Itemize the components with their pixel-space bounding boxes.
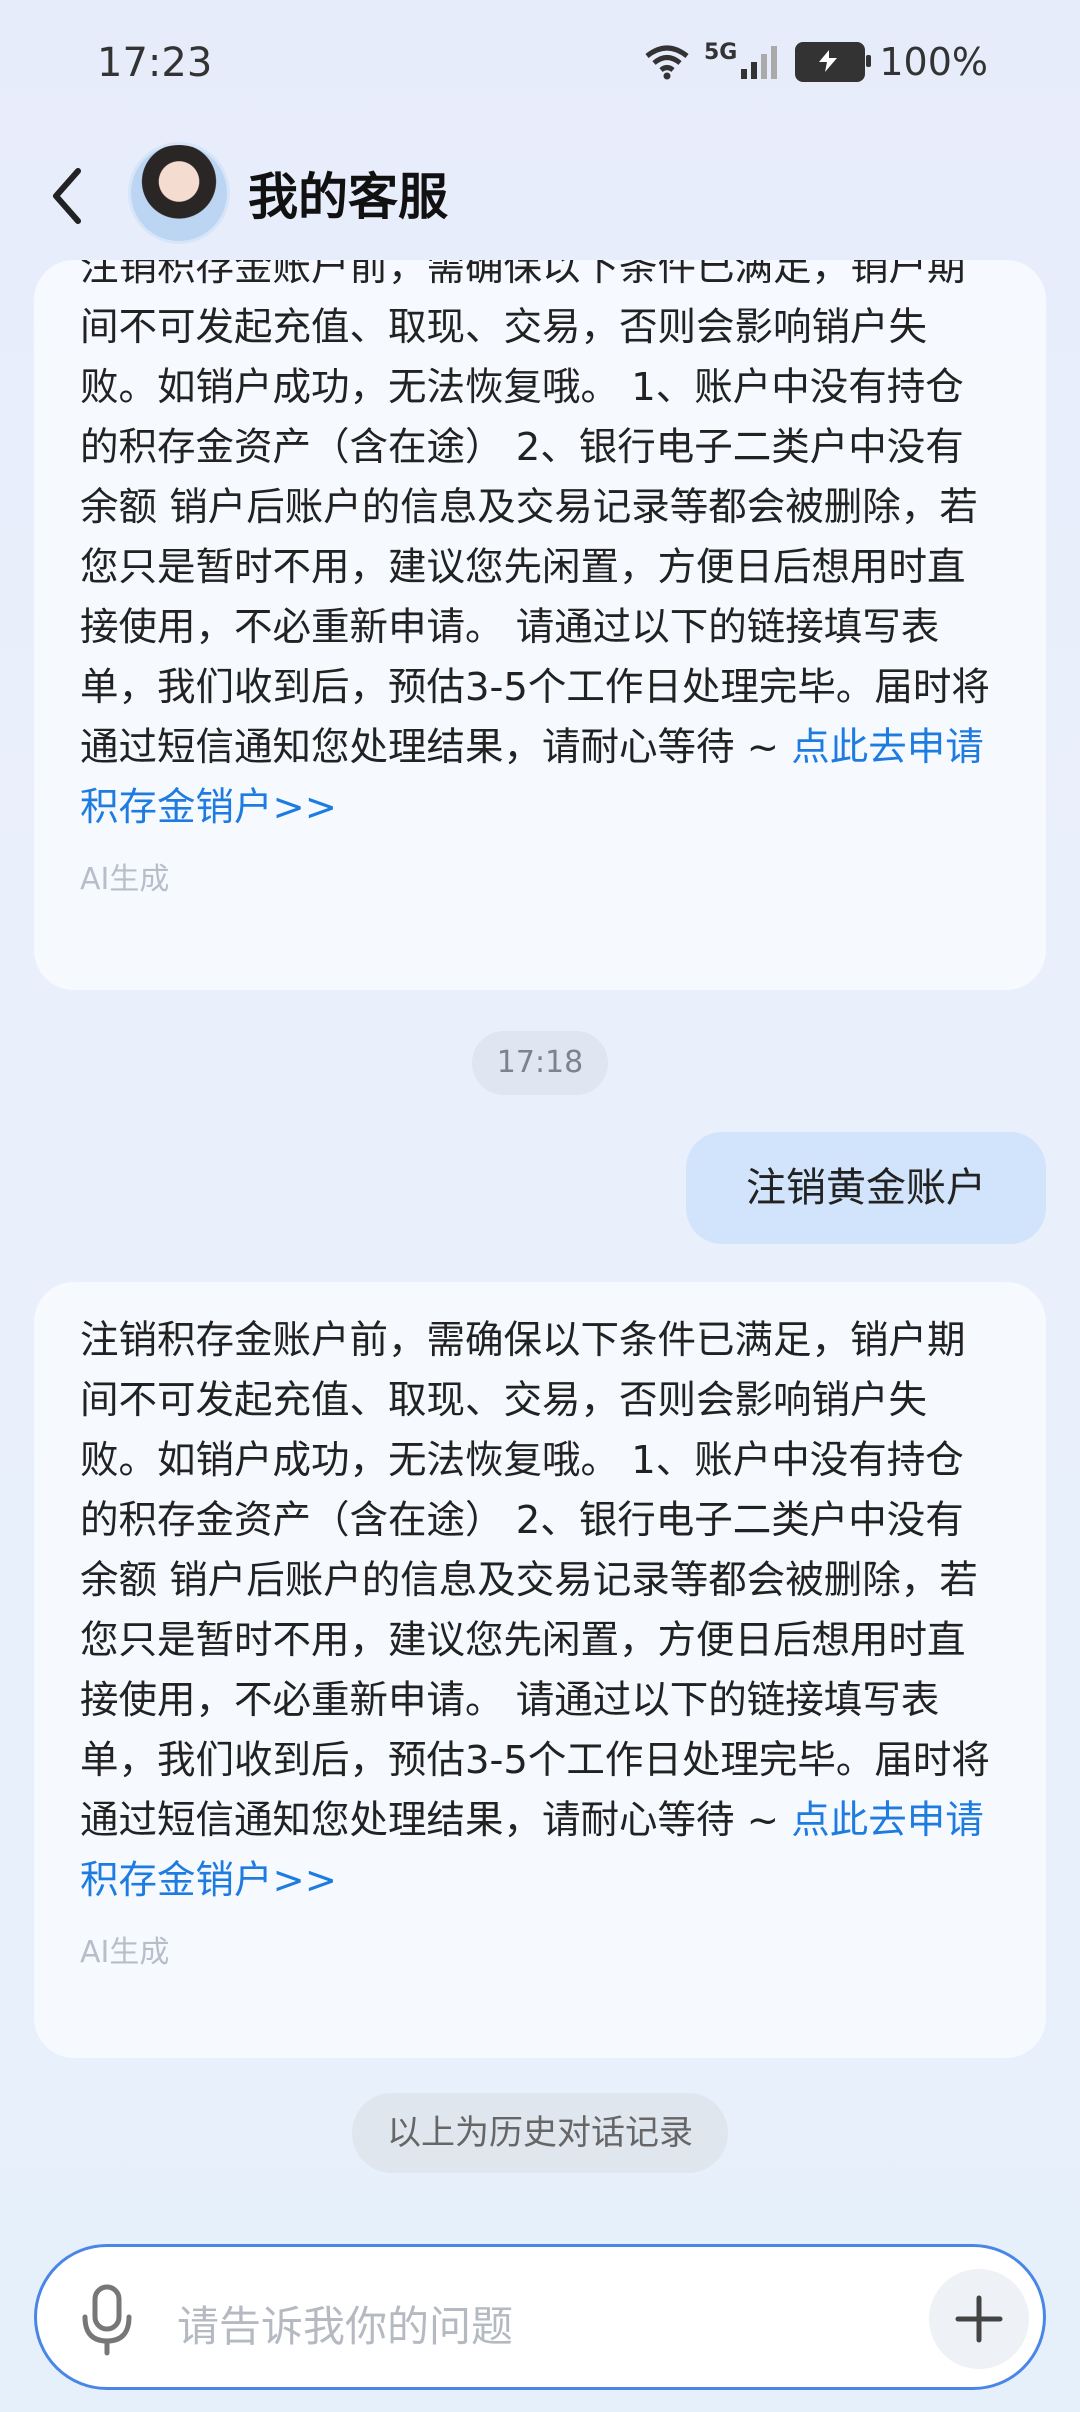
bot-message: 注销积存金账户前，需确保以下条件已满足，销户期间不可发起充值、取现、交易，否则会…	[34, 260, 1046, 990]
wifi-icon	[645, 45, 689, 80]
message-text: 注销积存金账户前，需确保以下条件已满足，销户期间不可发起充值、取现、交易，否则会…	[80, 1318, 990, 1903]
message-text: 注销积存金账户前，需确保以下条件已满足，销户期间不可发起充值、取现、交易，否则会…	[80, 260, 990, 830]
status-time: 17:23	[97, 40, 213, 86]
back-arrow-icon[interactable]	[48, 161, 88, 231]
message-input-bar[interactable]: 请告诉我你的问题	[34, 2244, 1046, 2390]
signal-icon	[741, 46, 778, 79]
user-message: 注销黄金账户	[686, 1132, 1046, 1244]
status-icons: 5G 100%	[644, 40, 988, 84]
question-input[interactable]: 请告诉我你的问题	[177, 2293, 513, 2354]
bot-message: 注销积存金账户前，需确保以下条件已满足，销户期间不可发起充值、取现、交易，否则会…	[34, 1282, 1046, 2058]
ai-generated-tag: AI生成	[80, 1935, 170, 1970]
plus-icon	[955, 2295, 1003, 2343]
network-type: 5G	[703, 40, 738, 65]
ai-generated-tag: AI生成	[80, 862, 170, 897]
microphone-icon[interactable]	[77, 2283, 137, 2357]
battery-level: 100%	[879, 40, 988, 84]
timestamp: 17:18	[472, 1031, 608, 1095]
battery-icon	[795, 42, 872, 82]
status-bar: 17:23 5G 100%	[0, 0, 1080, 135]
history-notice: 以上为历史对话记录	[352, 2093, 728, 2173]
chat-header: 我的客服	[0, 135, 1080, 260]
add-button[interactable]	[929, 2269, 1029, 2369]
agent-avatar[interactable]	[128, 142, 230, 244]
page-title: 我的客服	[248, 168, 448, 226]
